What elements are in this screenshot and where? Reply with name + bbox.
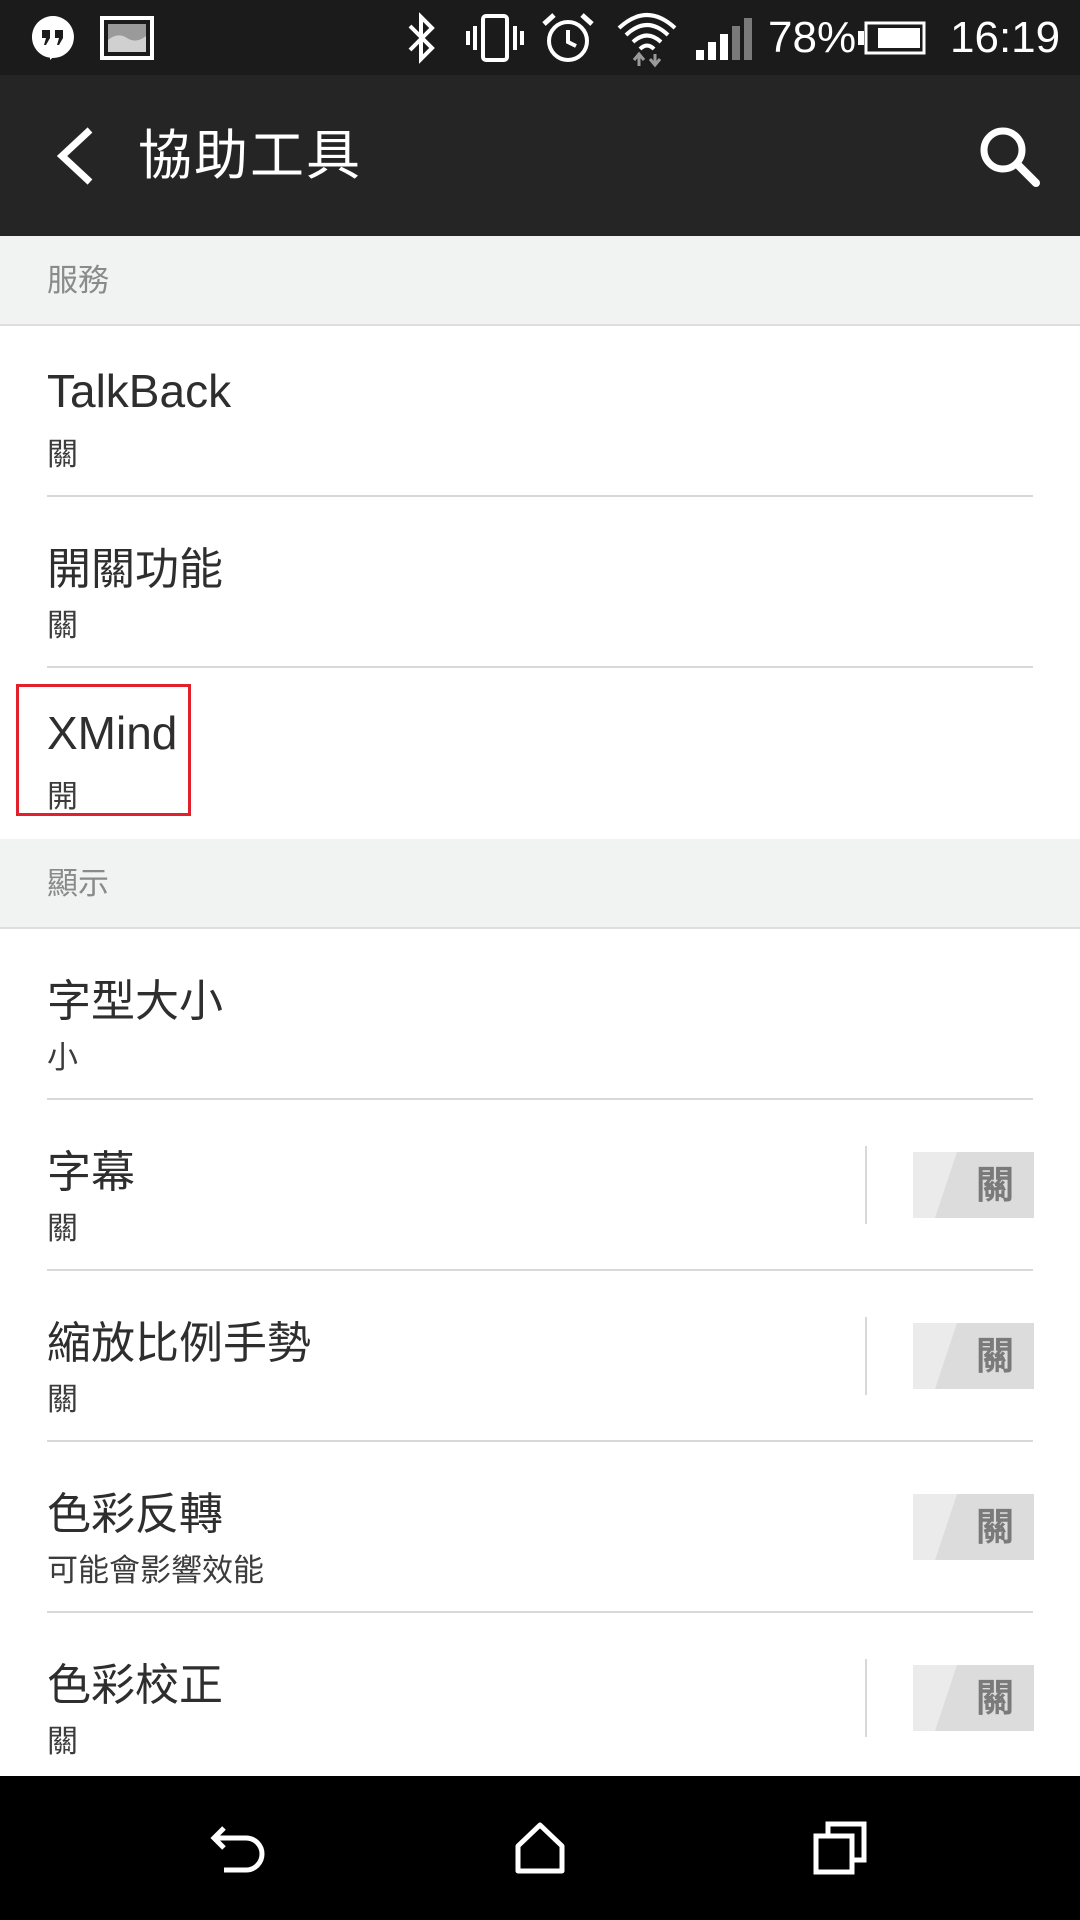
- item-subtitle: 關: [47, 1211, 78, 1247]
- item-subtitle: 關: [47, 608, 78, 644]
- list-item-font-size[interactable]: 字型大小 小: [0, 929, 1080, 1100]
- list-item-color-correction[interactable]: 色彩校正 關 關: [0, 1613, 1080, 1776]
- color-correction-toggle[interactable]: 關: [913, 1665, 1034, 1731]
- gallery-icon: [100, 0, 154, 75]
- magnification-toggle[interactable]: 關: [913, 1323, 1034, 1389]
- item-subtitle: 關: [47, 1382, 78, 1418]
- toggle-divider: [865, 1317, 867, 1395]
- captions-toggle[interactable]: 關: [913, 1152, 1034, 1218]
- item-title: 色彩反轉: [47, 1489, 223, 1540]
- item-title: 字型大小: [47, 976, 223, 1027]
- battery-percent: 78%: [768, 13, 857, 62]
- nav-recents-button[interactable]: [790, 1798, 890, 1898]
- toggle-label: 關: [975, 1505, 1014, 1549]
- nav-back-button[interactable]: [190, 1798, 290, 1898]
- signal-icon: [694, 0, 752, 75]
- home-icon: [515, 1822, 565, 1874]
- vibrate-icon: [465, 0, 525, 75]
- list-item-color-inversion[interactable]: 色彩反轉 可能會影響效能 關: [0, 1442, 1080, 1613]
- section-header-services: 服務: [0, 236, 1080, 326]
- item-title: XMind: [47, 707, 178, 759]
- section-header-label: 服務: [47, 263, 109, 299]
- color-inversion-toggle[interactable]: 關: [913, 1494, 1034, 1560]
- back-icon: [210, 1826, 265, 1873]
- toggle-label: 關: [975, 1163, 1014, 1207]
- list-item-magnification-gestures[interactable]: 縮放比例手勢 關 關: [0, 1271, 1080, 1442]
- nav-home-button[interactable]: [490, 1798, 590, 1898]
- search-icon: [980, 127, 1040, 187]
- section-header-label: 顯示: [47, 866, 109, 902]
- item-subtitle: 關: [47, 437, 78, 473]
- bluetooth-icon: [404, 0, 440, 75]
- back-button[interactable]: [30, 111, 120, 201]
- back-arrow-icon: [56, 127, 93, 185]
- battery-icon: [858, 0, 926, 75]
- item-title: 字幕: [47, 1147, 135, 1198]
- item-subtitle: 小: [47, 1040, 78, 1076]
- settings-list: 服務 TalkBack 關 開關功能 關 XMind 開 顯示 字型大小 小 字…: [0, 236, 1080, 1776]
- toggle-label: 關: [975, 1334, 1014, 1378]
- item-title: 色彩校正: [47, 1660, 223, 1711]
- section-header-display: 顯示: [0, 839, 1080, 929]
- search-button[interactable]: [964, 111, 1054, 201]
- wifi-icon: [615, 0, 679, 75]
- list-item-captions[interactable]: 字幕 關 關: [0, 1100, 1080, 1271]
- clock-time: 16:19: [950, 13, 1061, 62]
- status-bar: 78% 16:19: [0, 0, 1080, 75]
- item-title: TalkBack: [47, 365, 232, 417]
- list-item-xmind[interactable]: XMind 開: [0, 668, 1080, 839]
- toggle-divider: [865, 1146, 867, 1224]
- page-title: 協助工具: [138, 124, 362, 187]
- navigation-bar: [0, 1776, 1080, 1920]
- list-item-talkback[interactable]: TalkBack 關: [0, 326, 1080, 497]
- toggle-label: 關: [975, 1676, 1014, 1720]
- alarm-icon: [540, 0, 596, 75]
- app-bar: 協助工具: [0, 75, 1080, 236]
- recents-icon: [813, 1821, 867, 1875]
- toggle-divider: [865, 1659, 867, 1737]
- item-subtitle: 開: [47, 779, 78, 815]
- item-title: 開關功能: [47, 544, 223, 595]
- item-title: 縮放比例手勢: [47, 1318, 311, 1369]
- list-item-switch-access[interactable]: 開關功能 關: [0, 497, 1080, 668]
- hangouts-icon: [28, 0, 78, 75]
- item-subtitle: 關: [47, 1724, 78, 1760]
- item-subtitle: 可能會影響效能: [47, 1553, 264, 1589]
